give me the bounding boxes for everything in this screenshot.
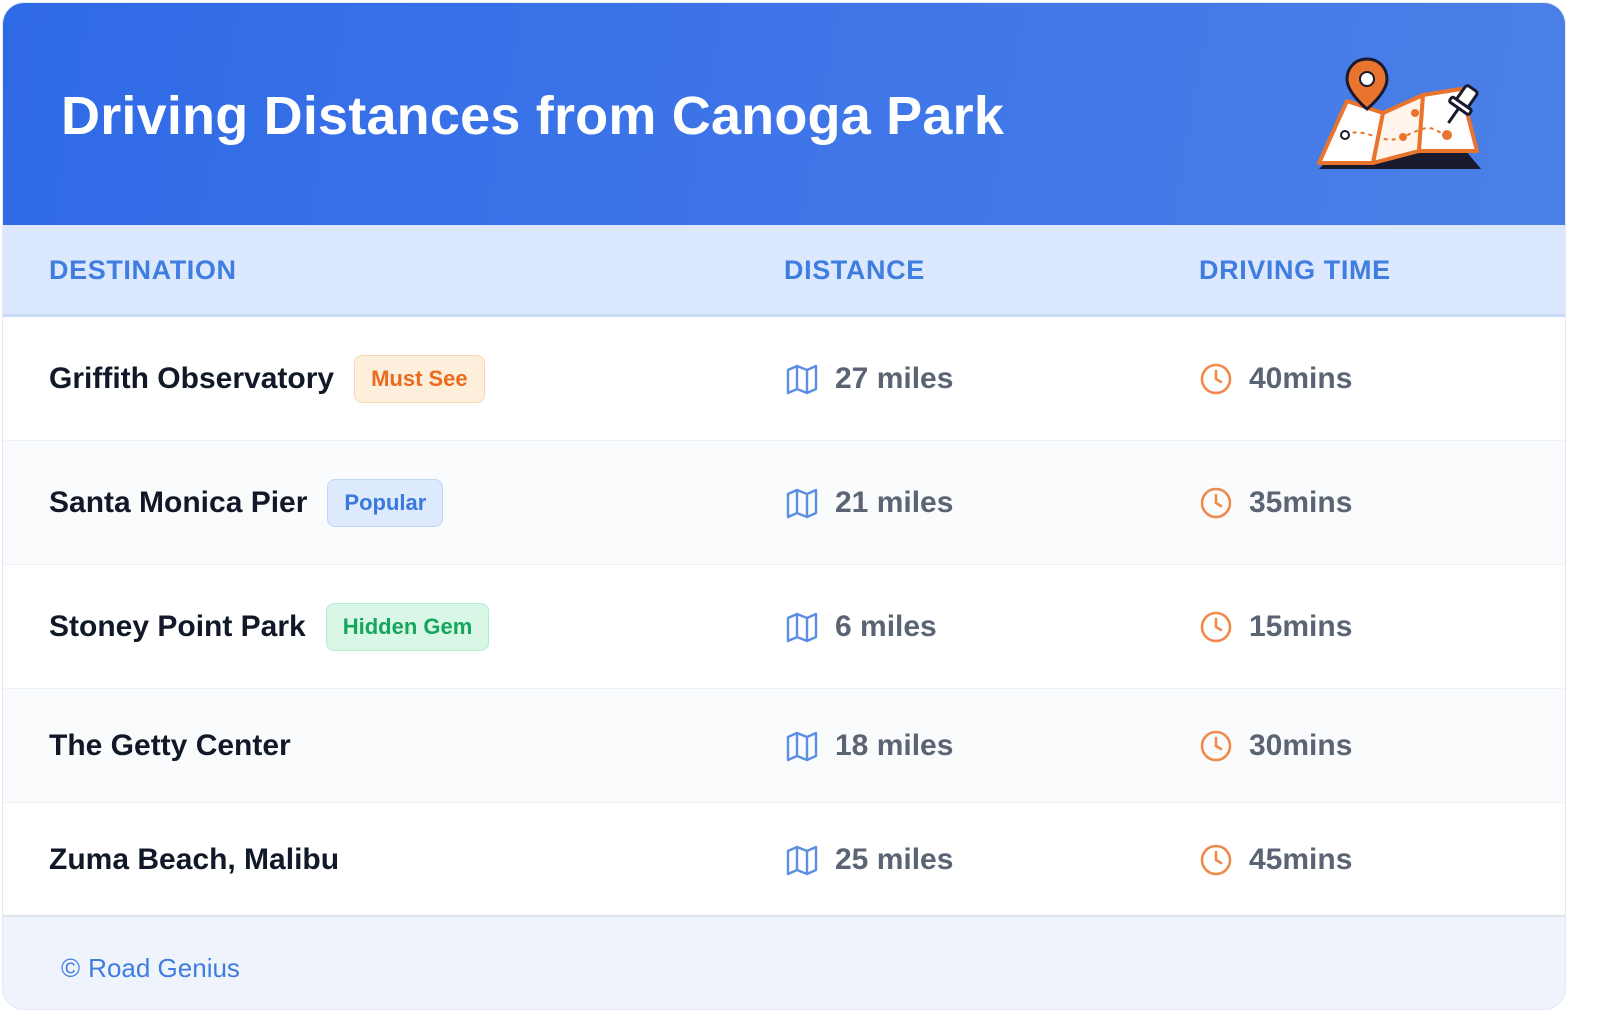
distance-value: 6 miles [835,609,937,643]
destination-cell: Stoney Point Park Hidden Gem [49,602,490,651]
column-header-driving-time[interactable]: DRIVING TIME [1199,255,1391,286]
time-cell: 30mins [1199,729,1352,763]
folded-map-with-pins-icon [1317,57,1481,169]
footer-credit[interactable]: © Road Genius [61,953,240,984]
map-icon [786,364,818,394]
destination-cell: The Getty Center [49,729,291,763]
table-row: Griffith Observatory Must See 27 miles 4… [3,317,1565,441]
map-icon [786,731,818,761]
map-icon [786,845,818,875]
footer: © Road Genius [3,915,1565,1009]
time-value: 35mins [1249,485,1353,519]
distance-value: 25 miles [835,842,954,876]
time-cell: 45mins [1199,843,1352,877]
clock-icon [1200,487,1232,518]
distance-cell: 25 miles [785,843,953,877]
distance-value: 18 miles [835,728,954,762]
distance-cell: 21 miles [785,486,953,520]
time-value: 30mins [1249,728,1353,762]
time-cell: 15mins [1199,610,1352,644]
destination-name: Zuma Beach, Malibu [49,842,340,876]
distance-table-card: Driving Distances from Canoga Park DESTI… [2,2,1566,1010]
must-see-badge: Must See [354,354,485,403]
page-title: Driving Distances from Canoga Park [61,86,1005,146]
table-row: Stoney Point Park Hidden Gem 6 miles 15m… [3,565,1565,689]
time-cell: 40mins [1199,362,1352,396]
map-icon [786,488,818,518]
destination-name: The Getty Center [49,728,291,762]
table-row: Zuma Beach, Malibu 25 miles 45mins [3,803,1565,917]
clock-icon [1200,363,1232,394]
distance-cell: 6 miles [785,610,937,644]
table-row: The Getty Center 18 miles 30mins [3,689,1565,803]
column-header-destination[interactable]: DESTINATION [49,255,237,286]
copyright-symbol: © [61,953,81,983]
map-icon [786,612,818,642]
destination-cell: Griffith Observatory Must See [49,354,485,403]
hidden-gem-badge: Hidden Gem [325,602,490,651]
time-value: 40mins [1249,361,1353,395]
table-header: DESTINATION DISTANCE DRIVING TIME [3,225,1565,317]
clock-icon [1200,611,1232,642]
time-value: 15mins [1249,609,1353,643]
destination-cell: Zuma Beach, Malibu [49,843,339,877]
brand-name: Road Genius [88,953,240,983]
destination-name: Stoney Point Park [49,609,306,643]
table-row: Santa Monica Pier Popular 21 miles 35min… [3,441,1565,565]
distance-cell: 18 miles [785,729,953,763]
column-header-distance[interactable]: DISTANCE [784,255,925,286]
distance-value: 21 miles [835,485,954,519]
destination-name: Santa Monica Pier [49,485,308,519]
distance-value: 27 miles [835,361,954,395]
destination-name: Griffith Observatory [49,361,335,395]
time-value: 45mins [1249,842,1353,876]
popular-badge: Popular [327,478,444,527]
clock-icon [1200,730,1232,761]
clock-icon [1200,844,1232,875]
header-banner: Driving Distances from Canoga Park [3,3,1565,225]
time-cell: 35mins [1199,486,1352,520]
destination-cell: Santa Monica Pier Popular [49,478,444,527]
distance-cell: 27 miles [785,362,953,396]
